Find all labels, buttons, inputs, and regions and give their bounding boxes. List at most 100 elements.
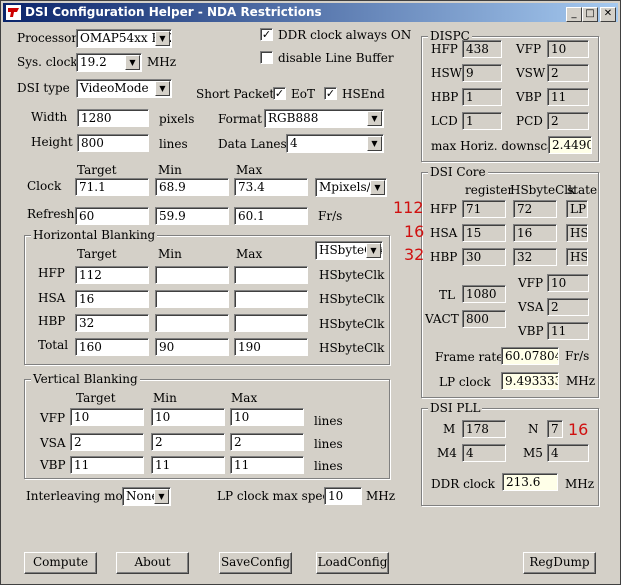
core-vact-label: VACT <box>425 312 459 326</box>
datalanes-select[interactable]: 4 ▼ <box>286 134 384 153</box>
col-max: Max <box>236 163 263 177</box>
clock-unit-select[interactable]: Mpixels/s ▼ <box>315 178 387 197</box>
vblank-row-unit: lines <box>314 414 343 428</box>
vblank-vbp-target-input[interactable]: 11 <box>70 456 144 474</box>
vblank-vsa-target-input[interactable]: 2 <box>70 433 144 451</box>
datalanes-value: 4 <box>290 136 298 150</box>
chevron-down-icon: ▼ <box>366 243 381 258</box>
dsicore-title: DSI Core <box>428 165 488 179</box>
disable-line-buffer-checkbox[interactable] <box>260 51 273 64</box>
height-unit: lines <box>159 137 188 151</box>
vblank-row-label: VBP <box>40 458 66 472</box>
pll-ddr-label: DDR clock <box>431 477 495 491</box>
pll-ddr-value: 213.6 <box>502 473 558 491</box>
pll-n-annotation: 16 <box>568 420 589 439</box>
hblank-total-target-input[interactable]: 160 <box>75 338 149 356</box>
core-lpclock-unit: MHz <box>566 374 596 388</box>
processor-select[interactable]: OMAP54xx ES2 ▼ <box>76 29 172 48</box>
clock-target-input[interactable]: 71.1 <box>75 178 149 196</box>
dispc-hbp-label: HBP <box>431 90 459 104</box>
core-tl-label: TL <box>439 288 455 302</box>
width-unit: pixels <box>159 112 195 126</box>
hblank-col-target: Target <box>77 247 117 261</box>
compute-button[interactable]: Compute <box>24 552 97 574</box>
hblank-hbp-min-input[interactable] <box>155 314 229 332</box>
hblank-hsa-min-input[interactable] <box>155 290 229 308</box>
dispc-vfp-value: 10 <box>547 40 589 58</box>
eot-checkbox[interactable]: ✓ <box>273 87 286 100</box>
hblank-title: Horizontal Blanking <box>31 228 158 242</box>
hblank-hfp-max-input[interactable] <box>234 266 308 284</box>
core-hbp-annotation: 32 <box>404 245 425 264</box>
short-packets-label: Short Packets: <box>196 87 285 101</box>
dsitype-select[interactable]: VideoMode ▼ <box>76 79 172 98</box>
hblank-hbp-target-input[interactable]: 32 <box>75 314 149 332</box>
pll-m5-value: 4 <box>547 444 589 462</box>
hblank-unit-select[interactable]: HSbyteClk ▼ <box>315 241 383 260</box>
hblank-hfp-min-input[interactable] <box>155 266 229 284</box>
pll-m5-label: M5 <box>523 446 543 460</box>
close-button[interactable]: ✕ <box>600 7 616 22</box>
clock-unit-value: Mpixels/s <box>319 180 377 194</box>
hblank-row-unit: HSbyteClk <box>319 292 385 306</box>
hsend-label: HSEnd <box>342 87 385 101</box>
window-title: DSI Configuration Helper - NDA Restricti… <box>25 5 322 19</box>
core-hsa-annotation: 16 <box>404 222 425 241</box>
chevron-down-icon: ▼ <box>155 31 170 46</box>
load-config-button[interactable]: LoadConfig <box>316 552 389 574</box>
maximize-button[interactable]: □ <box>582 7 598 22</box>
hblank-hbp-max-input[interactable] <box>234 314 308 332</box>
vblank-row-label: VFP <box>40 411 66 425</box>
vblank-vsa-min-input[interactable]: 2 <box>151 433 225 451</box>
hblank-total-max-input[interactable]: 190 <box>234 338 308 356</box>
hblank-hfp-target-input[interactable]: 112 <box>75 266 149 284</box>
about-button[interactable]: About <box>116 552 189 574</box>
save-config-button[interactable]: SaveConfig <box>219 552 292 574</box>
dispc-downscale-label: max Horiz. downscale <box>431 139 566 153</box>
hblank-total-min-input[interactable]: 90 <box>155 338 229 356</box>
lpclock-max-input[interactable]: 10 <box>324 487 362 505</box>
hsend-checkbox[interactable]: ✓ <box>324 87 337 100</box>
clock-max-input[interactable]: 73.4 <box>234 178 308 196</box>
pll-m4-label: M4 <box>437 446 457 460</box>
vblank-col-min: Min <box>153 391 177 405</box>
refresh-target-input[interactable]: 60 <box>75 207 149 225</box>
vblank-vfp-max-input[interactable]: 10 <box>230 408 304 426</box>
format-select[interactable]: RGB888 ▼ <box>264 109 384 128</box>
hblank-hsa-max-input[interactable] <box>234 290 308 308</box>
width-input[interactable]: 1280 <box>77 109 149 127</box>
height-label: Height <box>31 135 73 149</box>
lpclock-max-unit: MHz <box>366 489 396 503</box>
refresh-min-input[interactable]: 59.9 <box>155 207 229 225</box>
hblank-row-unit: HSbyteClk <box>319 317 385 331</box>
vblank-vbp-max-input[interactable]: 11 <box>230 456 304 474</box>
chevron-down-icon: ▼ <box>154 489 169 504</box>
vblank-row-label: VSA <box>40 436 66 450</box>
core-hfp-hsbyteclk: 72 <box>513 200 557 218</box>
refresh-unit: Fr/s <box>318 209 343 223</box>
vblank-vbp-min-input[interactable]: 11 <box>151 456 225 474</box>
sysclock-select[interactable]: 19.2 ▼ <box>76 53 142 72</box>
clock-label: Clock <box>27 179 62 193</box>
core-lpclock-label: LP clock <box>439 375 491 389</box>
dispc-lcd-value: 1 <box>462 112 502 130</box>
vblank-vfp-target-input[interactable]: 10 <box>70 408 144 426</box>
vblank-vfp-min-input[interactable]: 10 <box>151 408 225 426</box>
ddr-always-on-checkbox[interactable]: ✓ <box>260 28 273 41</box>
vblank-vsa-max-input[interactable]: 2 <box>230 433 304 451</box>
refresh-max-input[interactable]: 60.1 <box>234 207 308 225</box>
height-input[interactable]: 800 <box>77 134 149 152</box>
pll-m-value: 178 <box>462 420 506 438</box>
interleaving-select[interactable]: None ▼ <box>122 487 171 506</box>
clock-min-input[interactable]: 68.9 <box>155 178 229 196</box>
dispc-hfp-value: 438 <box>462 40 502 58</box>
vblank-col-max: Max <box>231 391 258 405</box>
core-vbp-label: VBP <box>518 324 544 338</box>
title-bar[interactable]: DSI Configuration Helper - NDA Restricti… <box>3 3 618 22</box>
dispc-downscale-value: 2.44908 <box>548 136 592 154</box>
hblank-hsa-target-input[interactable]: 16 <box>75 290 149 308</box>
chevron-down-icon: ▼ <box>155 81 170 96</box>
minimize-button[interactable]: _ <box>566 7 582 22</box>
regdump-button[interactable]: RegDump <box>523 552 596 574</box>
chevron-down-icon: ▼ <box>370 180 385 195</box>
